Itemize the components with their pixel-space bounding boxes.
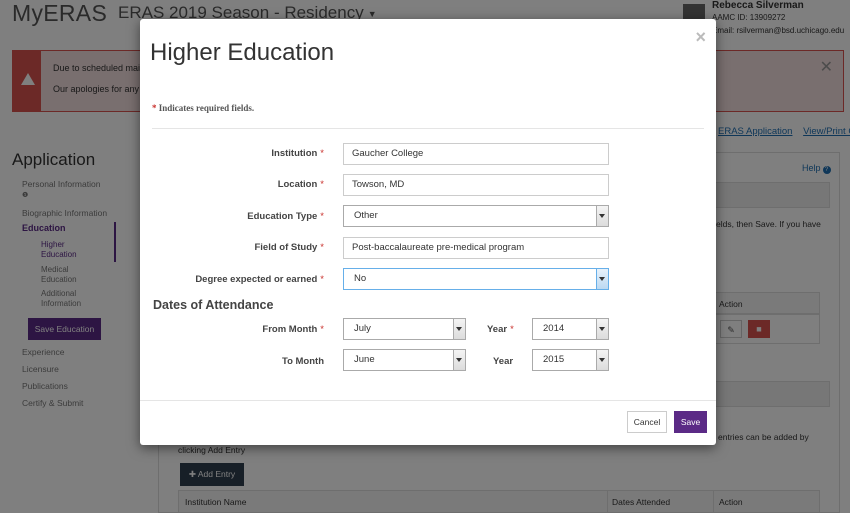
dates-of-attendance-heading: Dates of Attendance xyxy=(153,298,274,312)
selected-value: Other xyxy=(354,210,378,221)
selected-value: July xyxy=(354,323,371,334)
to-month-label: To Month xyxy=(282,356,324,367)
education-type-label: Education Type * xyxy=(247,211,324,222)
label-text: Institution xyxy=(271,148,318,159)
selected-value: No xyxy=(354,273,367,284)
save-button[interactable]: Save xyxy=(674,411,707,433)
label-text: From Month xyxy=(262,324,318,335)
to-year-label: Year xyxy=(493,356,513,367)
selected-value: June xyxy=(354,354,375,365)
divider xyxy=(152,128,704,129)
from-month-select[interactable]: July xyxy=(343,318,466,340)
location-label: Location * xyxy=(278,179,324,190)
required-star: * xyxy=(320,148,324,159)
field-of-study-input[interactable]: Post-baccalaureate pre-medical program xyxy=(343,237,609,259)
required-star: * xyxy=(320,211,324,222)
chevron-down-icon xyxy=(453,319,465,339)
degree-label: Degree expected or earned * xyxy=(195,274,324,285)
field-of-study-label: Field of Study * xyxy=(254,242,324,253)
modal-title: Higher Education xyxy=(150,39,335,66)
required-star: * xyxy=(320,274,324,285)
location-input[interactable]: Towson, MD xyxy=(343,174,609,196)
to-month-select[interactable]: June xyxy=(343,349,466,371)
label-text: Location xyxy=(277,179,318,190)
selected-value: 2014 xyxy=(543,323,565,334)
label-text: Degree expected or earned xyxy=(195,274,318,285)
required-note-text: Indicates required fields. xyxy=(158,103,255,113)
degree-select[interactable]: No xyxy=(343,268,609,290)
chevron-down-icon xyxy=(596,269,608,289)
close-icon[interactable]: × xyxy=(695,27,706,48)
label-text: Year xyxy=(487,324,508,335)
required-star: * xyxy=(320,324,324,335)
label-text: Year xyxy=(493,356,514,367)
required-star: * xyxy=(152,103,159,113)
chevron-down-icon xyxy=(453,350,465,370)
required-star: * xyxy=(320,242,324,253)
institution-label: Institution * xyxy=(271,148,324,159)
required-star: * xyxy=(320,179,324,190)
institution-input[interactable]: Gaucher College xyxy=(343,143,609,165)
from-month-label: From Month * xyxy=(262,324,324,335)
from-year-select[interactable]: 2014 xyxy=(532,318,609,340)
label-text: To Month xyxy=(281,356,324,367)
cancel-button[interactable]: Cancel xyxy=(627,411,667,433)
label-text: Education Type xyxy=(247,211,318,222)
selected-value: 2015 xyxy=(543,354,565,365)
chevron-down-icon xyxy=(596,319,608,339)
required-star: * xyxy=(510,324,514,335)
from-year-label: Year * xyxy=(487,324,514,335)
to-year-select[interactable]: 2015 xyxy=(532,349,609,371)
education-type-select[interactable]: Other xyxy=(343,205,609,227)
higher-education-modal: Higher Education × * Indicates required … xyxy=(140,19,716,445)
footer-divider xyxy=(140,400,716,401)
chevron-down-icon xyxy=(596,206,608,226)
chevron-down-icon xyxy=(596,350,608,370)
required-fields-note: * Indicates required fields. xyxy=(152,103,254,113)
label-text: Field of Study xyxy=(254,242,318,253)
